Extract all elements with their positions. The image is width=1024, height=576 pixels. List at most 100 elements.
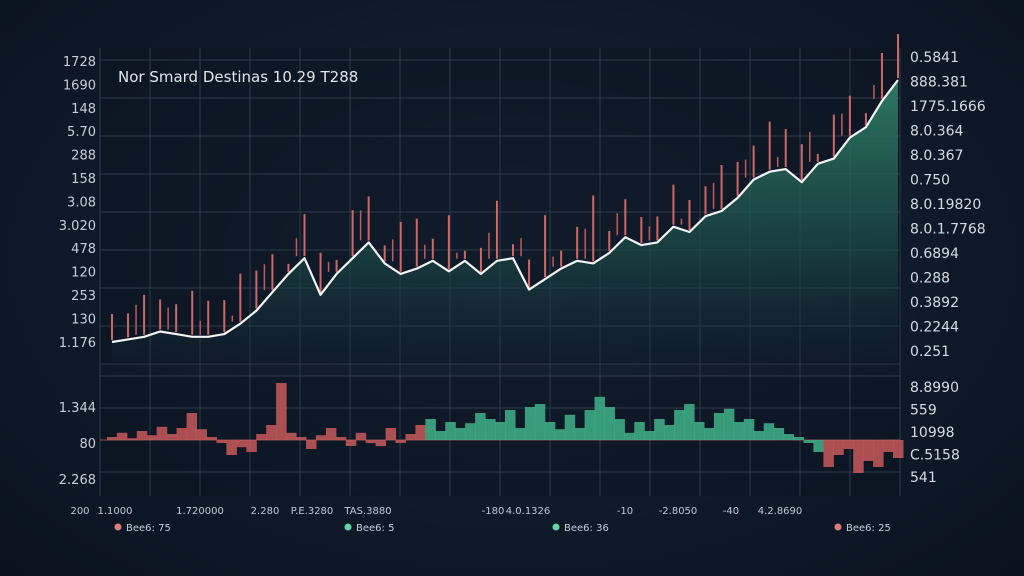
- oscillator-bar: [534, 404, 546, 440]
- lower-right-axis-labels: 8.8990 559 10998 C.5158 541: [910, 380, 960, 486]
- right-axis-labels: 0.5841 888.381 1775.1666 8.0.364 8.0.367 0.75…: [910, 50, 986, 360]
- oscillator-bar: [733, 422, 745, 440]
- oscillator-bar: [713, 413, 725, 440]
- oscillator-bar: [505, 410, 516, 440]
- oscillator-bar: [445, 422, 456, 440]
- bottom-axis-label: -40: [723, 506, 739, 517]
- oscillator-bar: [236, 440, 247, 448]
- oscillator-bar: [355, 432, 367, 440]
- oscillator-bar: [405, 434, 416, 440]
- right-axis-label: 0.6894: [910, 246, 959, 262]
- left-axis-label: 120: [71, 266, 96, 281]
- oscillator-bar: [375, 440, 387, 446]
- oscillator-bar: [395, 440, 406, 443]
- oscillator-bar: [833, 440, 844, 455]
- oscillator-bar: [415, 425, 426, 440]
- right-axis-label: 0.251: [910, 344, 950, 360]
- lower-right-axis-label: 8.8990: [910, 380, 959, 396]
- oscillator-bar: [495, 422, 506, 440]
- oscillator-bar: [435, 431, 446, 440]
- oscillator-bar: [296, 437, 307, 440]
- bottom-axis-label: P.E.3280: [291, 506, 334, 517]
- oscillator-bar: [803, 440, 814, 443]
- legend-marker: [114, 523, 122, 531]
- bottom-axis-label: TAS.3880: [343, 506, 391, 517]
- left-axis-label: 3.020: [59, 219, 96, 234]
- bottom-axis-label: 1.1000: [98, 506, 133, 517]
- bottom-axis-label: -2.8050: [659, 506, 698, 517]
- oscillator-bar: [186, 413, 198, 440]
- right-axis-label: 0.2244: [910, 320, 959, 336]
- oscillator-bar: [306, 440, 317, 449]
- left-axis-label: 253: [71, 289, 96, 304]
- oscillator-bar: [156, 426, 168, 440]
- right-axis-label: 8.0.364: [910, 124, 964, 140]
- oscillator-bar: [684, 404, 695, 440]
- oscillator-bar: [584, 410, 596, 440]
- oscillator-bar: [883, 440, 894, 452]
- oscillator-bar: [823, 440, 834, 467]
- bottom-axis-labels: 200 1.1000 1.720000 2.280 P.E.3280 TAS.3880 -1…: [70, 506, 802, 517]
- oscillator-bar: [793, 437, 804, 440]
- oscillator-bar: [704, 428, 715, 440]
- oscillator-bar: [644, 431, 655, 440]
- left-axis-label: 1728: [63, 55, 96, 70]
- oscillator-bar: [246, 440, 257, 452]
- oscillator-bar: [266, 425, 277, 440]
- lower-left-axis-label: 80: [79, 437, 96, 452]
- lower-right-axis-label: 559: [910, 403, 937, 419]
- oscillator-bar: [674, 410, 685, 440]
- lower-right-axis-label: 541: [910, 470, 937, 486]
- oscillator-bar: [365, 440, 377, 443]
- left-axis-label: 1690: [63, 78, 96, 93]
- legend-label: Bee6: 5: [356, 523, 394, 534]
- oscillator-bar: [315, 435, 327, 440]
- oscillator-bar: [694, 422, 705, 440]
- right-axis-label: 0.3892: [910, 295, 959, 311]
- lower-right-axis-label: 10998: [910, 425, 955, 441]
- right-axis-label: 8.0.367: [910, 148, 963, 164]
- oscillator-bar: [624, 432, 635, 440]
- oscillator-bar: [604, 407, 615, 440]
- oscillator-bar: [574, 428, 586, 440]
- bottom-axis-label: 200: [70, 506, 89, 517]
- oscillator-bar: [345, 440, 357, 446]
- legend-marker: [344, 523, 352, 531]
- oscillator-bar: [256, 434, 267, 440]
- oscillator-bar: [335, 437, 347, 440]
- left-axis-label: 148: [71, 102, 96, 117]
- bottom-axis-label: 2.280: [251, 506, 280, 517]
- oscillator-bar: [385, 428, 397, 440]
- oscillator-bar: [465, 423, 476, 440]
- lower-left-axis-label: 2.268: [59, 473, 96, 488]
- left-axis-label: 3.08: [67, 195, 96, 210]
- chart-title: Nor Smard Destinas 10.29 T288: [118, 68, 358, 86]
- oscillator-bar: [813, 440, 824, 452]
- left-axis-labels: 1728 1690 148 5.70 288 158 3.08 3.020 478 120 253 1…: [59, 55, 96, 351]
- oscillator-bar: [564, 414, 576, 440]
- oscillator-bar: [893, 440, 904, 458]
- oscillator-bar: [594, 396, 605, 440]
- left-axis-label: 1.176: [59, 336, 96, 351]
- legend-marker: [834, 523, 842, 531]
- bottom-axis-label: 4.0.1326: [506, 506, 551, 517]
- oscillator-bar: [773, 428, 785, 440]
- right-axis-label: 8.0.19820: [910, 197, 981, 213]
- oscillator-bar: [276, 383, 287, 440]
- oscillator-bar: [196, 429, 207, 440]
- oscillator-bar: [763, 423, 775, 440]
- oscillator-bar: [325, 428, 337, 440]
- oscillator-bar: [634, 422, 645, 440]
- oscillator-bar: [136, 431, 148, 440]
- oscillator-bar: [286, 432, 297, 440]
- oscillator-bar: [853, 440, 864, 473]
- oscillator-bar: [873, 440, 884, 467]
- oscillator-bar: [783, 434, 795, 440]
- oscillator-bar: [176, 428, 188, 440]
- oscillator-bar: [425, 419, 436, 440]
- oscillator-bar: [843, 440, 854, 449]
- oscillator-bar: [146, 435, 158, 440]
- bottom-axis-label: 4.2.8690: [758, 506, 803, 517]
- legend-label: Bee6: 36: [564, 523, 609, 534]
- oscillator-bar: [166, 434, 178, 440]
